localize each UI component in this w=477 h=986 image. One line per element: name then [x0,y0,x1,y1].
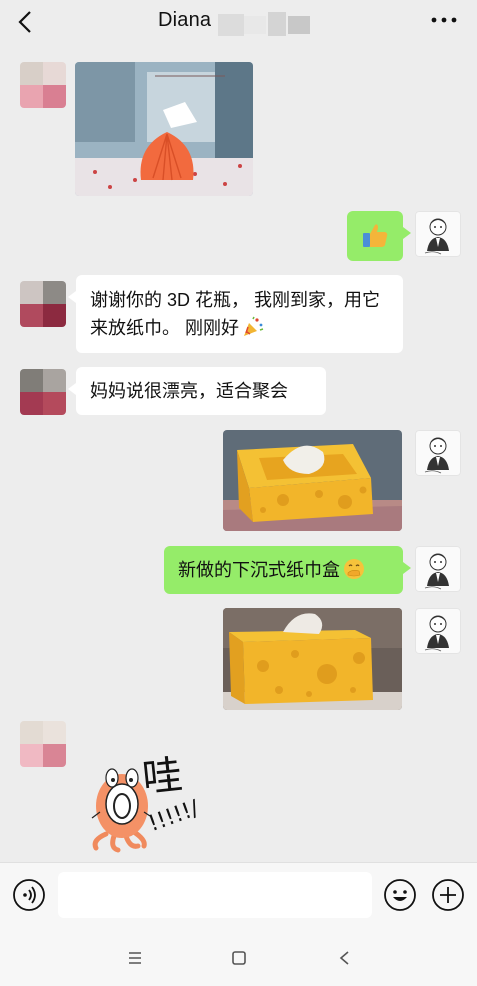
home-square-icon[interactable] [228,947,250,969]
contact-avatar[interactable] [20,721,66,767]
message-bubble-in[interactable]: 妈妈说很漂亮，适合聚会 [68,367,326,415]
system-nav-bar [0,928,477,986]
blurred-name-mosaic [210,12,320,36]
contact-avatar[interactable] [20,62,66,108]
message-bubble-in[interactable]: 谢谢你的 3D 花瓶， 我刚到家，用它来放纸巾。 刚刚好 [68,275,403,353]
message-text: 谢谢你的 3D 花瓶， 我刚到家，用它来放纸巾。 刚刚好 [90,290,381,338]
my-avatar[interactable] [415,211,461,257]
message-bubble-out[interactable]: 新做的下沉式纸巾盒 [164,546,411,594]
contact-avatar[interactable] [20,369,66,415]
chat-header: Diana [0,0,477,44]
chat-title: Diana [158,9,212,31]
emoji-face-icon[interactable] [383,878,417,912]
thumbs-up-icon [363,224,388,247]
menu-icon[interactable] [124,947,146,969]
my-avatar[interactable] [415,608,461,654]
contact-avatar[interactable] [20,281,66,327]
message-text: 妈妈说很漂亮，适合聚会 [90,381,288,401]
voice-icon[interactable] [12,878,46,912]
photo-message-cheese-box[interactable] [223,608,402,710]
message-text: 新做的下沉式纸巾盒 [178,560,340,580]
message-bubble-out[interactable] [347,211,411,261]
message-input[interactable] [58,872,372,918]
sticker-wow-message[interactable]: 哇 !!!!!/ [84,748,214,853]
my-avatar[interactable] [415,546,461,592]
hand-over-mouth-emoji-icon [344,559,364,579]
party-popper-icon [244,316,264,336]
chevron-left-icon[interactable] [12,8,40,36]
photo-message-shell-vase[interactable] [75,62,253,196]
more-dots-icon[interactable] [429,10,459,30]
chat-input-bar [0,862,477,929]
my-avatar[interactable] [415,430,461,476]
plus-circle-icon[interactable] [431,878,465,912]
sticker-wow-text: 哇 [140,752,185,802]
back-triangle-icon[interactable] [334,947,356,969]
photo-message-cheese-box[interactable] [223,430,402,531]
